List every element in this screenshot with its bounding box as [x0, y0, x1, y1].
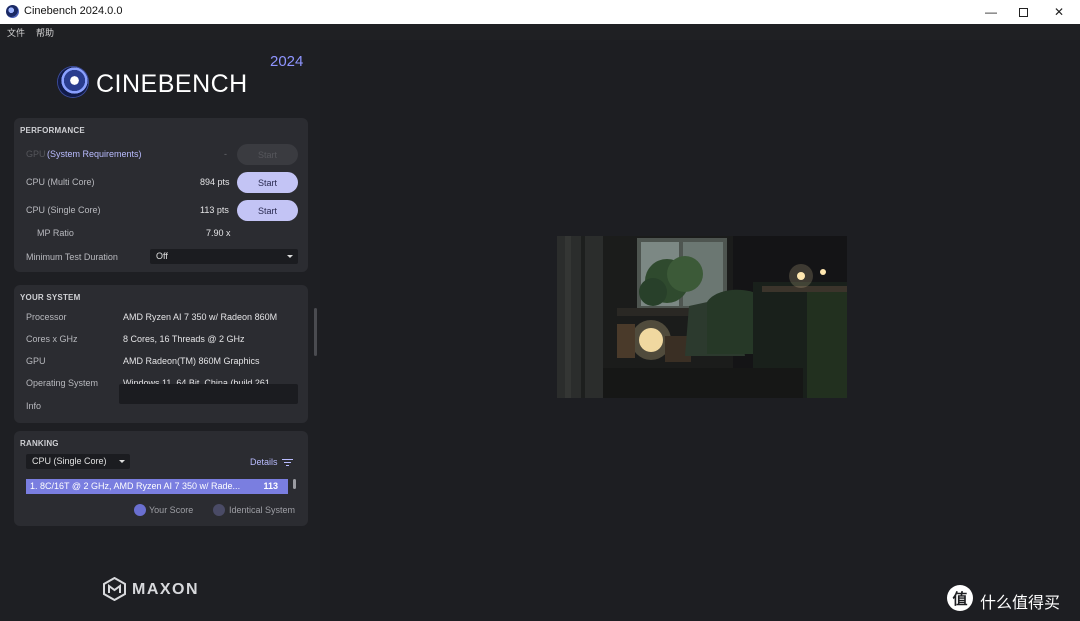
cpu-single-label: CPU (Single Core) — [26, 205, 101, 215]
filter-icon[interactable] — [282, 458, 293, 467]
render-preview — [557, 236, 847, 398]
ranking-entry[interactable]: 1. 8C/16T @ 2 GHz, AMD Ryzen AI 7 350 w/… — [26, 479, 288, 494]
maximize-button[interactable] — [1006, 0, 1040, 24]
ranking-entry-score: 113 — [263, 481, 278, 491]
min-duration-label: Minimum Test Duration — [26, 252, 118, 262]
close-button[interactable]: ✕ — [1042, 0, 1076, 24]
logo-text: CINEBENCH — [96, 70, 248, 98]
identical-system-legend-dot — [213, 504, 225, 516]
performance-panel: PERFORMANCE GPU (System Requirements) - … — [14, 118, 308, 272]
watermark-text: 什么值得买 — [980, 595, 1061, 612]
system-panel: YOUR SYSTEM Processor AMD Ryzen AI 7 350… — [14, 285, 308, 423]
cores-value: 8 Cores, 16 Threads @ 2 GHz — [123, 334, 245, 344]
cores-label: Cores x GHz — [26, 334, 78, 344]
system-title: YOUR SYSTEM — [20, 293, 81, 302]
processor-label: Processor — [26, 312, 67, 322]
cpu-multi-score: 894 pts — [200, 177, 230, 187]
performance-title: PERFORMANCE — [20, 126, 85, 135]
cpu-single-score: 113 pts — [200, 205, 229, 215]
ranking-filter-value: CPU (Single Core) — [32, 456, 107, 466]
gpu-label: GPU — [26, 149, 46, 159]
min-duration-select[interactable]: Off — [150, 249, 298, 264]
left-sidebar: CINEBENCH 2024 PERFORMANCE GPU (System R… — [0, 40, 320, 621]
cinebench-app-icon — [6, 5, 19, 18]
menu-bar: 文件 帮助 — [0, 24, 1080, 40]
os-label: Operating System — [26, 378, 99, 388]
cpu-multi-label: CPU (Multi Core) — [26, 177, 95, 187]
chevron-down-icon — [287, 255, 293, 258]
ranking-filter-select[interactable]: CPU (Single Core) — [26, 454, 130, 469]
ranking-panel: RANKING CPU (Single Core) Details 1. 8C/… — [14, 431, 308, 526]
watermark-icon: 值 — [947, 585, 973, 611]
your-score-legend-label: Your Score — [149, 505, 194, 515]
min-duration-value: Off — [156, 251, 168, 261]
ranking-scrollbar[interactable] — [293, 479, 296, 489]
chevron-down-icon — [119, 460, 125, 463]
mp-ratio-label: MP Ratio — [37, 228, 74, 238]
ranking-entry-text: 1. 8C/16T @ 2 GHz, AMD Ryzen AI 7 350 w/… — [30, 481, 241, 491]
info-label: Info — [26, 401, 42, 411]
processor-value: AMD Ryzen AI 7 350 w/ Radeon 860M — [123, 312, 278, 322]
window-title: Cinebench 2024.0.0 — [24, 5, 123, 17]
mp-ratio-value: 7.90 x — [206, 228, 231, 238]
gpu-info-value: AMD Radeon(TM) 860M Graphics — [123, 356, 260, 366]
logo-year: 2024 — [270, 53, 304, 70]
details-link[interactable]: Details — [250, 457, 278, 467]
your-score-legend-dot — [134, 504, 146, 516]
maxon-logo-text: MAXON — [132, 581, 200, 598]
identical-system-legend-label: Identical System — [229, 505, 296, 515]
render-scene-image — [557, 236, 847, 398]
gpu-info-label: GPU — [26, 356, 46, 366]
cpu-single-start-button[interactable]: Start — [237, 200, 298, 221]
menu-file[interactable]: 文件 — [7, 26, 25, 39]
maximize-icon — [1018, 7, 1028, 17]
cinebench-logo-icon — [58, 67, 88, 97]
title-bar: Cinebench 2024.0.0 — ✕ — [0, 0, 1080, 24]
minimize-button[interactable]: — — [974, 0, 1008, 24]
sidebar-scrollbar[interactable] — [314, 308, 317, 356]
menu-help[interactable]: 帮助 — [36, 26, 54, 39]
system-requirements-link[interactable]: (System Requirements) — [47, 149, 142, 159]
maxon-logo-icon — [103, 577, 126, 601]
ranking-title: RANKING — [20, 439, 59, 448]
gpu-score: - — [224, 149, 227, 159]
cpu-multi-start-button[interactable]: Start — [237, 172, 298, 193]
info-field[interactable] — [119, 384, 298, 404]
gpu-start-button[interactable]: Start — [237, 144, 298, 165]
